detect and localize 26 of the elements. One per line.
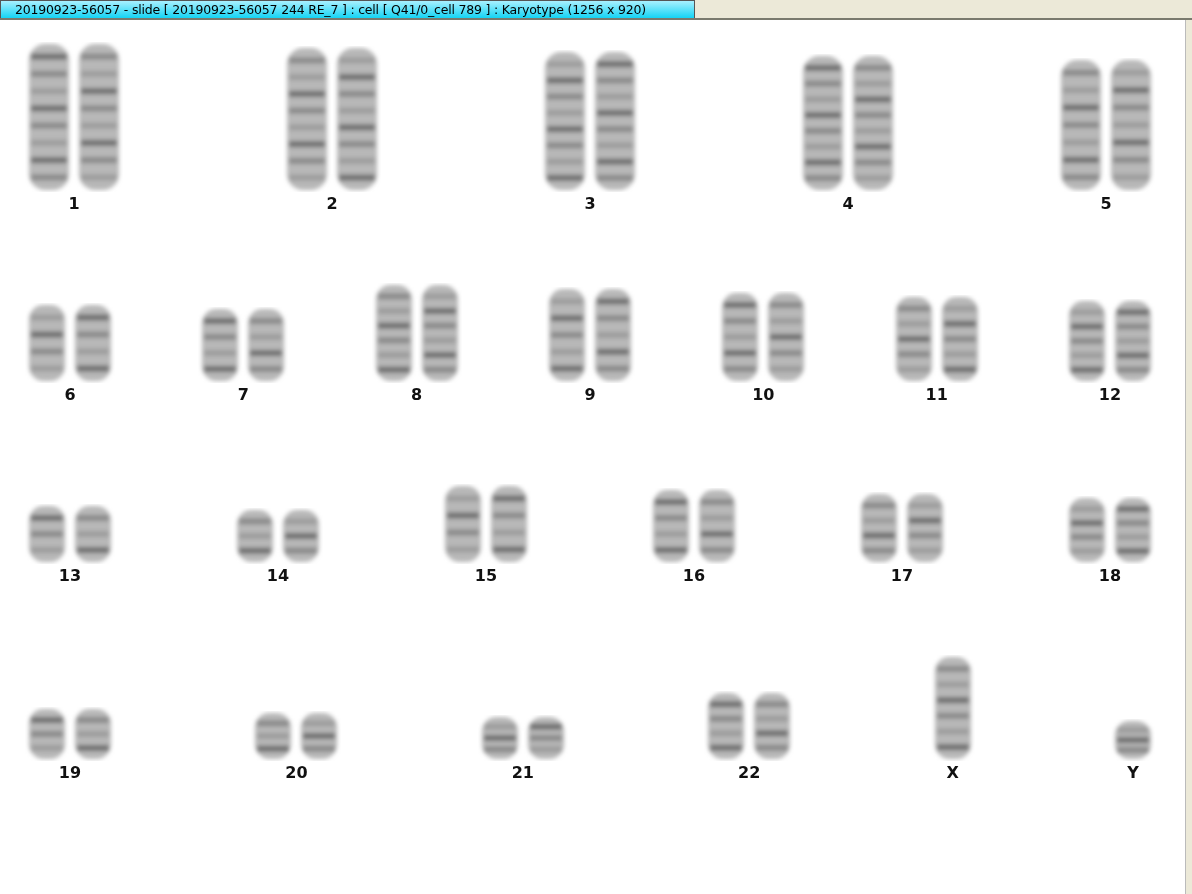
chromosome-label: 17: [890, 566, 914, 585]
chromosome-label: 13: [58, 566, 82, 585]
chromosome-label: 9: [584, 385, 596, 404]
chromosome-label: 18: [1098, 566, 1122, 585]
chromosome-label: 21: [511, 763, 534, 782]
chromosome-label: 16: [682, 566, 706, 585]
chromosome-drawing: [1114, 721, 1151, 759]
chromosome-label: 3: [584, 194, 596, 213]
chromosome-label: 10: [752, 385, 775, 404]
chromosome-label: 20: [285, 763, 308, 782]
window-title-tab[interactable]: 20190923-56057 - slide [ 20190923-56057 244 RE_7 ] : cell [ Q41/0_cell 789 ] : Karyotype (1256 x 920): [0, 0, 695, 18]
chromosome-label: X: [946, 763, 959, 782]
chromosome-label: 14: [266, 566, 290, 585]
chromosome-label: 4: [842, 194, 854, 213]
chromosome-label: 1: [68, 194, 80, 213]
chromosome-label: 22: [738, 763, 761, 782]
chromosome-label: 5: [1100, 194, 1112, 213]
chromosome-label: 15: [474, 566, 498, 585]
chromosome-label: 2: [326, 194, 338, 213]
chromosome-label: 12: [1098, 385, 1122, 404]
chromosome-label: 19: [58, 763, 82, 782]
chromosome-label: 7: [237, 385, 249, 404]
chromosome-label: 11: [925, 385, 948, 404]
chromosome-label: 6: [64, 385, 76, 404]
chromosome-label: Y: [1127, 763, 1139, 782]
chromosome-label: 8: [411, 385, 423, 404]
